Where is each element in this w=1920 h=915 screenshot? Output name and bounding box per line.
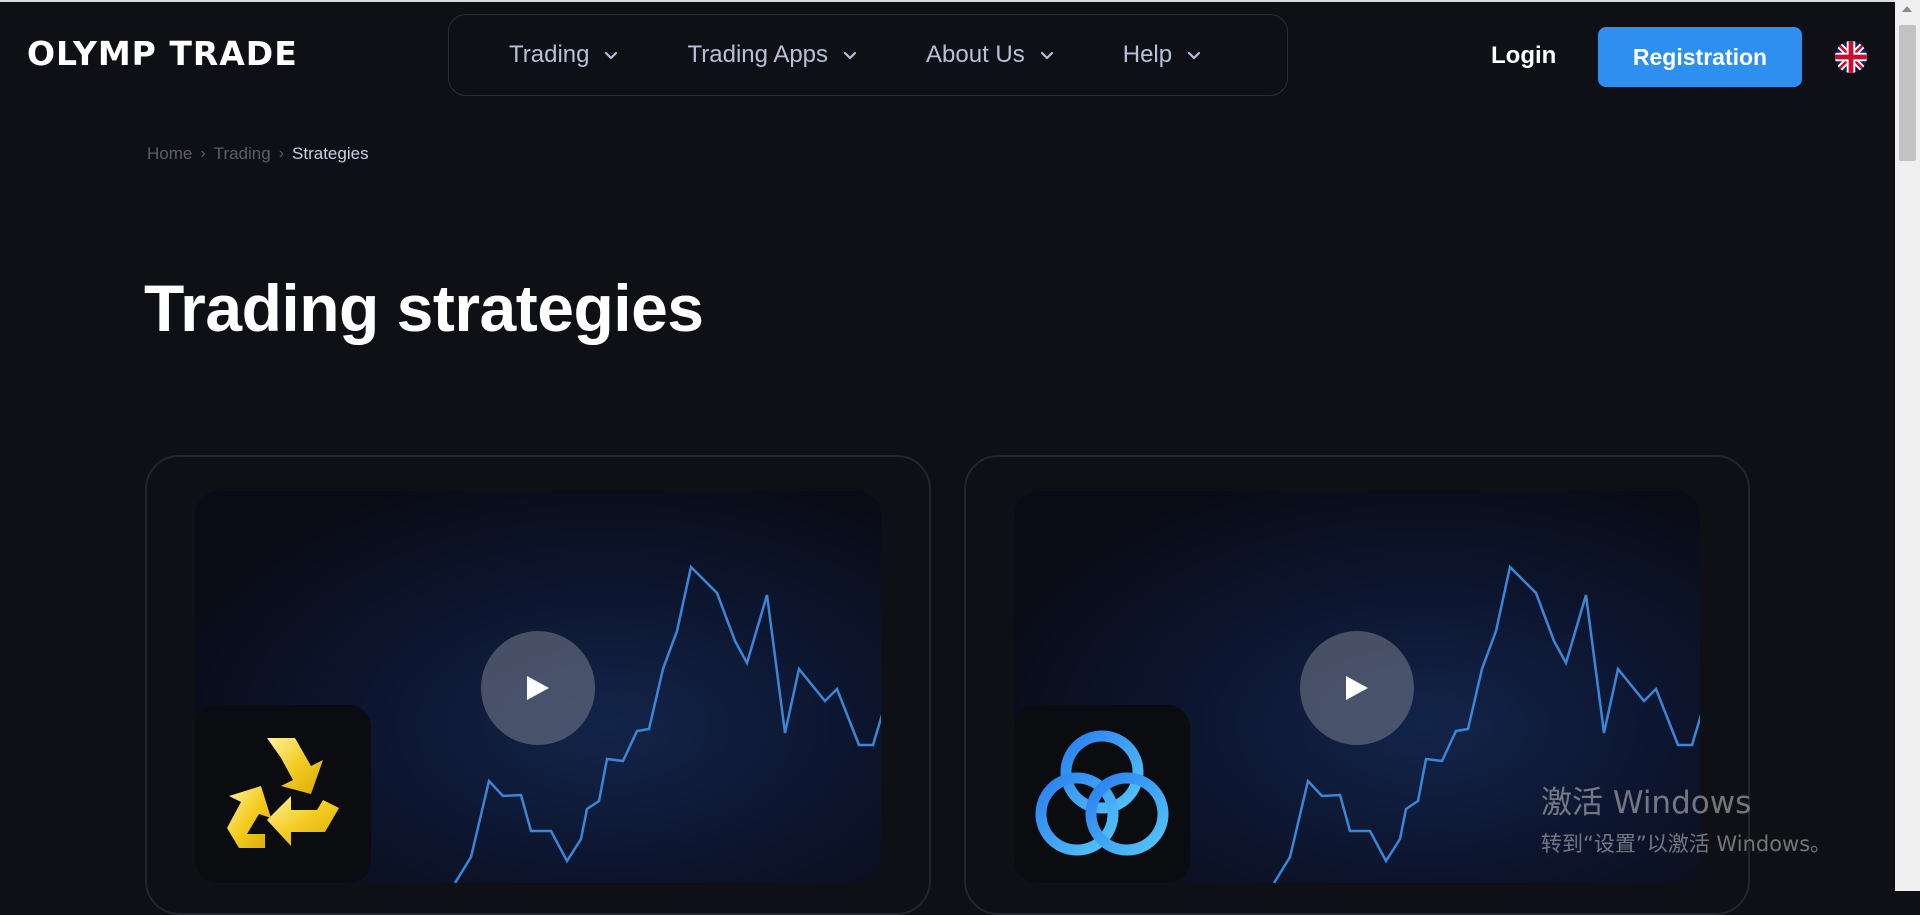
chevron-down-icon (1187, 51, 1201, 60)
breadcrumb-trading[interactable]: Trading (214, 144, 271, 164)
recycle-arrows-icon (227, 738, 339, 848)
breadcrumb-separator: › (278, 145, 285, 162)
nav-item-about-us[interactable]: About Us (926, 41, 1055, 69)
chevron-down-icon (843, 51, 857, 60)
video-preview[interactable] (195, 491, 881, 883)
vertical-scrollbar[interactable] (1895, 0, 1920, 891)
main-nav: Trading Trading Apps About Us Help (448, 14, 1288, 96)
chevron-down-icon (605, 51, 618, 60)
nav-item-trading[interactable]: Trading (509, 41, 619, 69)
windows-activation-watermark: 激活 Windows 转到“设置”以激活 Windows。 (1541, 777, 1831, 858)
play-button[interactable] (1300, 631, 1414, 745)
strategy-icon-tile (1014, 705, 1190, 883)
page-title: Trading strategies (144, 271, 704, 345)
watermark-title: 激活 Windows (1541, 785, 1752, 821)
chevron-down-icon (1040, 51, 1053, 60)
registration-button[interactable]: Registration (1598, 27, 1802, 87)
interlocking-rings-icon (1035, 730, 1169, 856)
breadcrumb-home[interactable]: Home (147, 144, 192, 164)
nav-item-label: Trading (509, 41, 590, 68)
breadcrumb-separator: › (200, 145, 206, 162)
olymp-trade-logo[interactable]: OLYMP TRADE (27, 33, 298, 73)
play-icon (1346, 676, 1368, 700)
uk-flag-icon[interactable] (1835, 41, 1867, 73)
play-icon (527, 676, 549, 700)
strategy-icon-tile (195, 705, 371, 883)
nav-item-trading-apps[interactable]: Trading Apps (687, 41, 858, 69)
nav-item-label: Trading Apps (687, 41, 829, 68)
breadcrumb: Home › Trading › Strategies (147, 144, 369, 164)
scroll-up-arrow-icon[interactable] (1902, 6, 1912, 12)
play-button[interactable] (481, 631, 595, 745)
watermark-subtitle: 转到“设置”以激活 Windows。 (1541, 832, 1832, 856)
login-link[interactable]: Login (1491, 42, 1556, 70)
breadcrumb-strategies: Strategies (292, 144, 369, 163)
nav-item-label: Help (1122, 41, 1173, 68)
page: OLYMP TRADE Trading Trading Apps About U… (0, 0, 1895, 915)
strategy-card[interactable] (145, 455, 931, 915)
scrollbar-thumb[interactable] (1899, 25, 1916, 161)
nav-item-label: About Us (926, 41, 1025, 68)
nav-item-help[interactable]: Help (1123, 41, 1202, 69)
logo-text: OLYMP TRADE (27, 33, 298, 73)
